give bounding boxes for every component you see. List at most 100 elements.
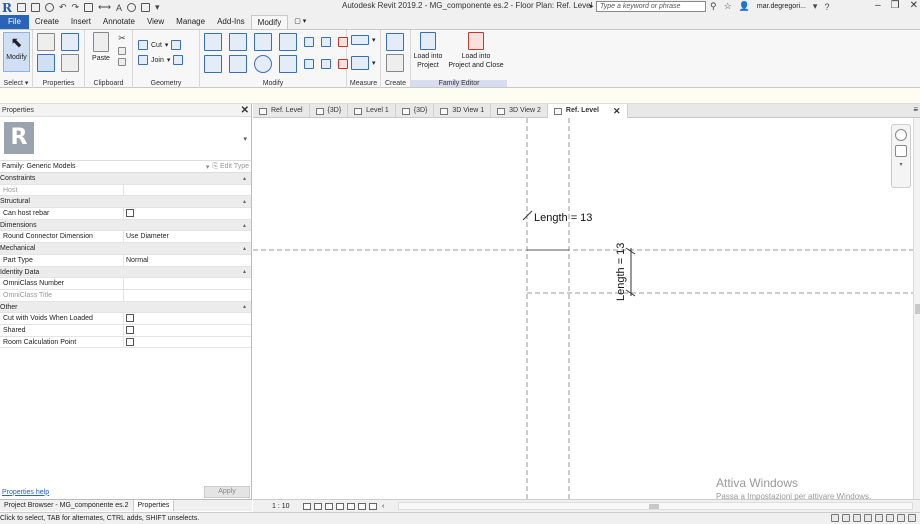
collapse-icon[interactable]: ▴: [243, 245, 251, 252]
tab-contextual-dropdown[interactable]: ▢ ▾: [288, 15, 312, 29]
star-icon[interactable]: ☆: [724, 1, 732, 12]
load-into-project-close-button[interactable]: Load into Project and Close: [446, 32, 506, 70]
scale-icon[interactable]: [321, 59, 331, 69]
select-pinned-icon[interactable]: [875, 514, 883, 522]
design-options-icon[interactable]: [842, 514, 850, 522]
property-value[interactable]: [124, 337, 251, 348]
tab-project-browser[interactable]: Project Browser - MG_componente es.2: [0, 500, 134, 511]
edit-type-button[interactable]: ⎘ Edit Type: [212, 163, 249, 171]
load-into-project-button[interactable]: Load into Project: [411, 32, 445, 70]
view-tab[interactable]: Ref. Level ✕: [547, 104, 628, 118]
rotate-icon[interactable]: [254, 55, 272, 73]
scroll-left-icon[interactable]: ‹: [382, 503, 384, 510]
drag-elements-icon[interactable]: [897, 514, 905, 522]
create-group-icon[interactable]: [386, 54, 404, 72]
scissors-icon[interactable]: ✂: [118, 33, 126, 44]
detail-level-icon[interactable]: [303, 502, 311, 510]
show-crop-icon[interactable]: [358, 502, 366, 510]
tab-insert[interactable]: Insert: [65, 15, 97, 29]
zoom-icon[interactable]: [895, 145, 907, 157]
vertical-scroll-thumb[interactable]: [915, 304, 920, 314]
join-button[interactable]: Join ▾: [138, 55, 184, 65]
view-tab[interactable]: {3D}: [310, 104, 349, 118]
drawing-canvas[interactable]: Length = 13 Length = 13: [253, 118, 913, 499]
property-category[interactable]: Identity Data ▴: [0, 266, 251, 279]
close-properties-icon[interactable]: ✕: [241, 105, 249, 116]
properties-help-link[interactable]: Properties help: [2, 489, 49, 496]
shadows-icon[interactable]: [336, 502, 344, 510]
tab-view[interactable]: View: [141, 15, 170, 29]
view-tabs-overflow-icon[interactable]: ≡: [913, 105, 918, 114]
measure-icon[interactable]: ⟷: [98, 2, 111, 13]
visual-style-icon[interactable]: [314, 502, 322, 510]
tab-properties[interactable]: Properties: [133, 500, 175, 511]
filter-icon[interactable]: [908, 514, 916, 522]
family-category-icon[interactable]: [61, 33, 79, 51]
user-icon[interactable]: 👤: [739, 1, 750, 12]
minimize-icon[interactable]: –: [875, 0, 881, 11]
type-selector[interactable]: R ▾: [0, 117, 251, 161]
cut-button[interactable]: Cut ▾: [138, 40, 182, 50]
nav-dropdown-icon[interactable]: ▾: [892, 161, 910, 168]
property-checkbox[interactable]: [126, 325, 134, 334]
dimension-horizontal[interactable]: Length = 13: [534, 212, 592, 224]
property-category[interactable]: Mechanical ▴: [0, 243, 251, 255]
search-expand-icon[interactable]: ▸: [590, 2, 594, 10]
dimension-vertical[interactable]: Length = 13: [615, 243, 627, 301]
property-checkbox[interactable]: [126, 314, 134, 323]
view-scale[interactable]: 1 : 10: [253, 503, 303, 510]
customize-qat-icon[interactable]: ▾: [155, 2, 160, 13]
offset-icon[interactable]: [229, 33, 247, 51]
revit-logo-icon[interactable]: R: [2, 1, 12, 15]
restore-icon[interactable]: ❐: [891, 0, 900, 11]
view-tab[interactable]: Ref. Level: [253, 104, 310, 118]
tab-add-ins[interactable]: Add-Ins: [211, 15, 251, 29]
type-properties-icon[interactable]: [61, 54, 79, 72]
collapse-icon[interactable]: ▴: [243, 198, 251, 205]
horizontal-scroll-thumb[interactable]: [649, 504, 659, 509]
modify-button[interactable]: ⬉ Modify: [3, 32, 30, 72]
geometry-icon[interactable]: [171, 40, 182, 50]
open-icon[interactable]: [17, 3, 26, 12]
family-types-icon[interactable]: [37, 33, 55, 51]
property-category[interactable]: Constraints ▴: [0, 173, 251, 185]
copy-icon[interactable]: [118, 47, 126, 55]
crop-view-icon[interactable]: [347, 502, 355, 510]
worksets-icon[interactable]: [831, 514, 839, 522]
trim-extend-icon[interactable]: [279, 55, 297, 73]
collapse-icon[interactable]: ▴: [243, 268, 251, 275]
property-checkbox[interactable]: [126, 337, 134, 346]
trim-icon[interactable]: [304, 37, 314, 47]
select-underlay-icon[interactable]: [864, 514, 872, 522]
default-3d-icon[interactable]: [127, 3, 137, 12]
copy-elements-icon[interactable]: [229, 55, 247, 73]
property-value[interactable]: [124, 313, 251, 324]
match-properties-icon[interactable]: [118, 58, 126, 66]
redo-icon[interactable]: ↷: [72, 2, 80, 13]
user-name[interactable]: mar.degregori...: [757, 3, 806, 10]
move-icon[interactable]: [204, 55, 222, 73]
aligned-dimension-icon[interactable]: [351, 56, 369, 70]
search-input[interactable]: Type a keyword or phrase: [596, 1, 706, 12]
vertical-scrollbar[interactable]: [913, 118, 920, 499]
help-icon[interactable]: ?: [824, 2, 829, 12]
view-tab[interactable]: 3D View 2: [491, 104, 548, 118]
close-icon[interactable]: ✕: [910, 0, 918, 11]
split-face-icon[interactable]: [173, 55, 184, 65]
tab-modify[interactable]: Modify: [250, 15, 289, 29]
view-tab[interactable]: 3D View 1: [434, 104, 492, 118]
create-similar-icon[interactable]: [386, 33, 404, 51]
select-by-face-icon[interactable]: [886, 514, 894, 522]
temporary-hide-icon[interactable]: [369, 502, 377, 510]
property-value[interactable]: Normal: [124, 255, 251, 266]
horizontal-scrollbar[interactable]: [398, 502, 913, 510]
tab-file[interactable]: File: [0, 15, 29, 29]
collapse-icon[interactable]: ▴: [243, 175, 251, 182]
view-tab[interactable]: {3D}: [396, 104, 435, 118]
collapse-icon[interactable]: ▴: [243, 222, 251, 229]
save-icon[interactable]: [31, 3, 40, 12]
measure-distance-icon[interactable]: [351, 35, 369, 45]
property-value[interactable]: [124, 325, 251, 336]
close-view-icon[interactable]: ✕: [613, 104, 621, 118]
align-icon[interactable]: [204, 33, 222, 51]
